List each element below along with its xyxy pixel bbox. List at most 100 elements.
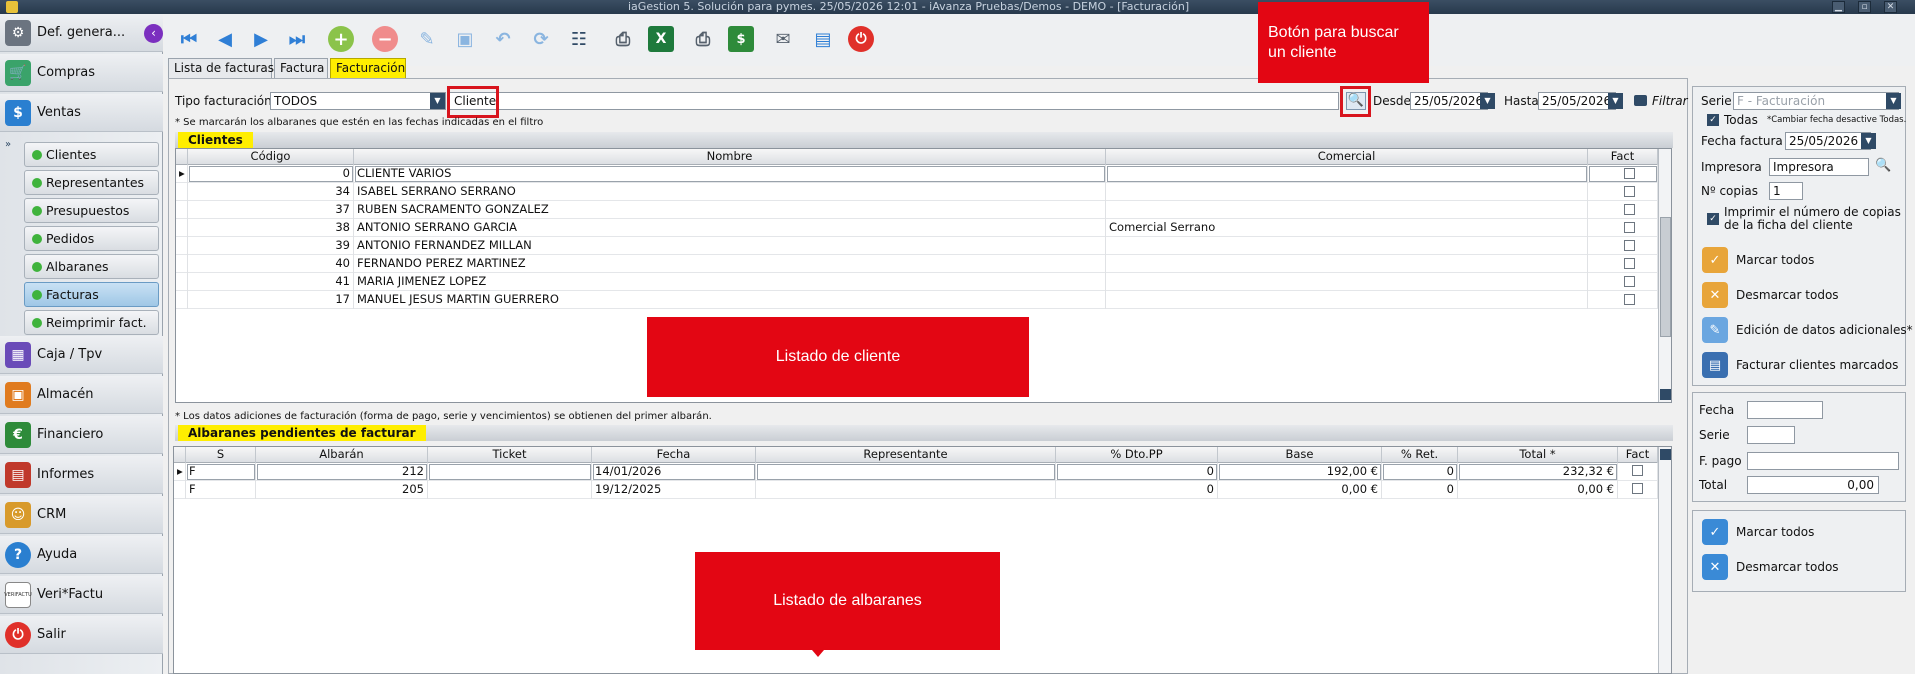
cell-codigo[interactable]: 41 — [188, 273, 354, 291]
subitem-presupuestos[interactable]: Presupuestos — [24, 198, 159, 223]
cell-fact[interactable] — [1588, 255, 1658, 273]
cell-nombre[interactable]: ANTONIO SERRANO GARCIA — [354, 219, 1106, 237]
minimize-button[interactable]: ▁ — [1832, 1, 1845, 13]
col-ret[interactable]: % Ret. — [1382, 447, 1458, 463]
table-row[interactable]: 39 ANTONIO FERNANDEZ MILLAN — [176, 237, 1658, 255]
sidebar-item-caja[interactable]: ▦ Caja / Tpv — [0, 336, 163, 374]
subitem-representantes[interactable]: Representantes — [24, 170, 159, 195]
cell-nombre[interactable]: RUBEN SACRAMENTO GONZALEZ — [354, 201, 1106, 219]
search-icon[interactable]: 🔍 — [1875, 158, 1893, 176]
cell-nombre[interactable]: ISABEL SERRANO SERRANO — [354, 183, 1106, 201]
tipo-facturacion-select[interactable]: TODOS — [270, 92, 446, 110]
cell-comercial[interactable]: Comercial Serrano — [1106, 219, 1588, 237]
cell-ticket[interactable] — [428, 463, 592, 481]
marcar-todos-button[interactable]: ✓ Marcar todos — [1702, 246, 1814, 274]
calendar-dropdown-icon[interactable]: ▼ — [1861, 133, 1876, 149]
calendar-dropdown-icon[interactable]: ▼ — [1608, 93, 1623, 109]
first-record-icon[interactable]: ⏮ — [174, 24, 204, 54]
col-nombre[interactable]: Nombre — [354, 149, 1106, 165]
sidebar-item-compras[interactable]: 🛒 Compras — [0, 54, 163, 92]
tab-factura[interactable]: Factura — [274, 58, 328, 78]
collapse-sidebar-button[interactable]: ‹ — [144, 24, 163, 43]
subitem-albaranes[interactable]: Albaranes — [24, 254, 159, 279]
cell-fact[interactable] — [1588, 165, 1658, 183]
cell-comercial[interactable] — [1106, 291, 1588, 309]
col-fact[interactable]: Fact — [1588, 149, 1658, 165]
cell-comercial[interactable] — [1106, 201, 1588, 219]
scroll-down-icon[interactable] — [1660, 389, 1671, 400]
cell-codigo[interactable]: 39 — [188, 237, 354, 255]
desmarcar-todos-button[interactable]: ✕ Desmarcar todos — [1702, 281, 1839, 309]
cell-total[interactable]: 232,32 € — [1458, 463, 1618, 481]
document-settings-icon[interactable]: ▤ — [808, 24, 838, 54]
cell-comercial[interactable] — [1106, 183, 1588, 201]
cell-dto[interactable]: 0 — [1056, 481, 1218, 499]
table-row[interactable]: 34 ISABEL SERRANO SERRANO — [176, 183, 1658, 201]
table-row[interactable]: ▸ 0 CLIENTE VARIOS — [176, 165, 1658, 183]
add-icon[interactable]: + — [328, 26, 354, 52]
imprimir-copias-checkbox[interactable]: ✓ — [1707, 213, 1719, 225]
undo-icon[interactable]: ↶ — [488, 24, 518, 54]
desmarcar-todos-albaranes-button[interactable]: ✕ Desmarcar todos — [1702, 553, 1839, 581]
col-s[interactable]: S — [186, 447, 256, 463]
subitem-clientes[interactable]: Clientes — [24, 142, 159, 167]
fact-checkbox[interactable] — [1624, 204, 1635, 215]
col-codigo[interactable]: Código — [188, 149, 354, 165]
cell-fact[interactable] — [1588, 183, 1658, 201]
last-record-icon[interactable]: ⏭ — [282, 24, 312, 54]
cell-nombre[interactable]: CLIENTE VARIOS — [354, 165, 1106, 183]
fact-checkbox[interactable] — [1624, 294, 1635, 305]
fact-checkbox[interactable] — [1624, 276, 1635, 287]
col-fecha[interactable]: Fecha — [592, 447, 756, 463]
cell-s[interactable]: F — [186, 481, 256, 499]
money-icon[interactable]: $ — [728, 26, 754, 52]
cell-fact[interactable] — [1588, 273, 1658, 291]
delete-icon[interactable]: − — [372, 26, 398, 52]
scroll-up-icon[interactable] — [1660, 449, 1671, 460]
cell-codigo[interactable]: 0 — [188, 165, 354, 183]
subitem-facturas[interactable]: Facturas — [24, 282, 159, 307]
serie2-input[interactable] — [1747, 426, 1795, 444]
previous-record-icon[interactable]: ◀ — [210, 24, 240, 54]
chevron-down-icon[interactable]: ▼ — [1886, 93, 1901, 109]
impresora-input[interactable]: Impresora — [1769, 158, 1869, 176]
excel-icon[interactable]: X — [648, 26, 674, 52]
fact-checkbox[interactable] — [1624, 240, 1635, 251]
close-window-button[interactable]: ✕ — [1884, 1, 1897, 13]
table-row[interactable]: 40 FERNANDO PEREZ MARTINEZ — [176, 255, 1658, 273]
col-dto[interactable]: % Dto.PP — [1056, 447, 1218, 463]
hasta-date-input[interactable]: 25/05/2026 — [1538, 92, 1616, 110]
printer-alt-icon[interactable]: ⎙ — [688, 24, 718, 54]
refresh-icon[interactable]: ⟳ — [526, 24, 556, 54]
fact-checkbox[interactable] — [1624, 186, 1635, 197]
col-ticket[interactable]: Ticket — [428, 447, 592, 463]
tab-lista-facturas[interactable]: Lista de facturas — [168, 58, 274, 78]
restore-button[interactable]: ▫ — [1858, 1, 1871, 13]
scroll-thumb[interactable] — [1660, 217, 1671, 337]
cell-fact[interactable] — [1618, 463, 1658, 481]
cell-total[interactable]: 0,00 € — [1458, 481, 1618, 499]
cell-ticket[interactable] — [428, 481, 592, 499]
cell-fact[interactable] — [1618, 481, 1658, 499]
cell-albaran[interactable]: 205 — [256, 481, 428, 499]
todas-checkbox[interactable]: ✓ — [1707, 114, 1719, 126]
albaranes-scrollbar[interactable] — [1658, 447, 1671, 673]
sidebar-item-informes[interactable]: ▤ Informes — [0, 456, 163, 494]
cell-albaran[interactable]: 212 — [256, 463, 428, 481]
sidebar-item-salir[interactable]: ⏻ Salir — [0, 616, 163, 654]
table-row[interactable]: 38 ANTONIO SERRANO GARCIA Comercial Serran… — [176, 219, 1658, 237]
cell-fecha[interactable]: 14/01/2026 — [592, 463, 756, 481]
table-row[interactable]: 37 RUBEN SACRAMENTO GONZALEZ — [176, 201, 1658, 219]
cell-fecha[interactable]: 19/12/2025 — [592, 481, 756, 499]
cell-codigo[interactable]: 38 — [188, 219, 354, 237]
cell-ret[interactable]: 0 — [1382, 481, 1458, 499]
col-albaran[interactable]: Albarán — [256, 447, 428, 463]
filtrar-button[interactable]: Filtrar — [1652, 94, 1688, 108]
sidebar-item-financiero[interactable]: € Financiero — [0, 416, 163, 454]
cell-codigo[interactable]: 40 — [188, 255, 354, 273]
cell-nombre[interactable]: MARIA JIMENEZ LOPEZ — [354, 273, 1106, 291]
col-comercial[interactable]: Comercial — [1106, 149, 1588, 165]
table-row[interactable]: ▸ F 212 14/01/2026 0 192,00 €0 232,32 € — [174, 463, 1658, 481]
edicion-datos-button[interactable]: ✎ Edición de datos adicionales* — [1702, 316, 1913, 344]
save-icon[interactable]: ▣ — [450, 24, 480, 54]
